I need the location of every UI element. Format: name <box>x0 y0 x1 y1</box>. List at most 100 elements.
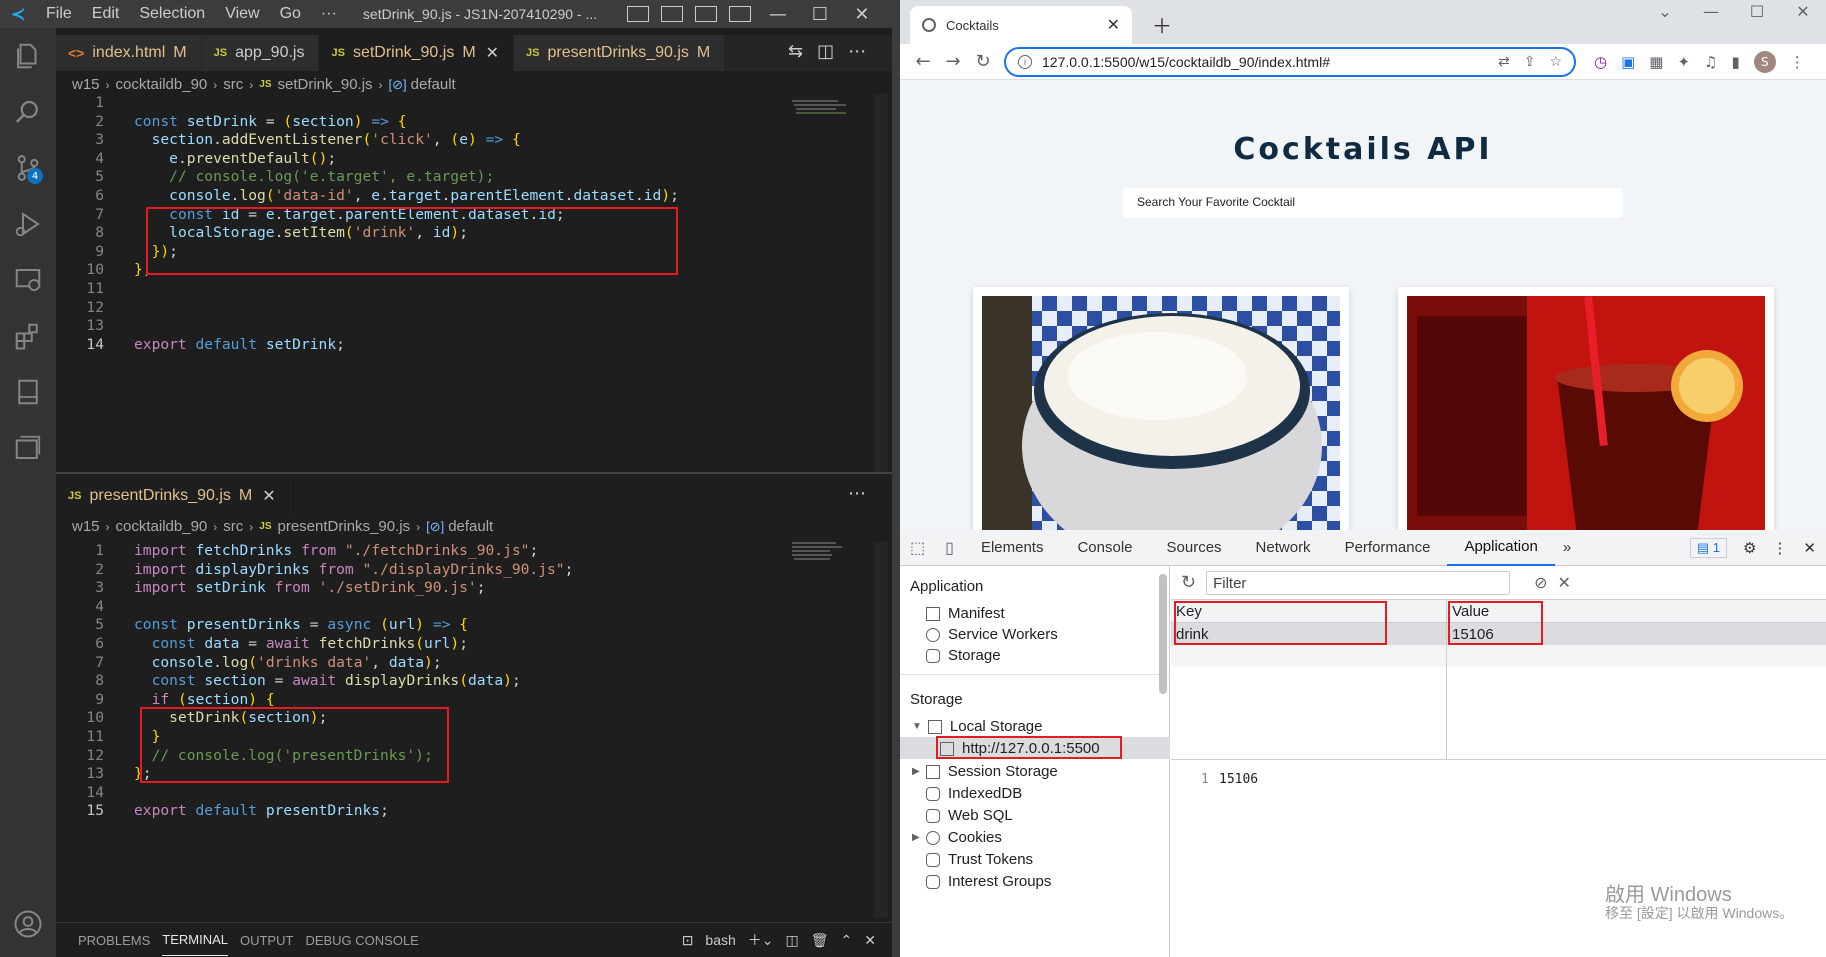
tab-presentdrinks-js-bottom[interactable]: JS presentDrinks_90.js M ✕ <box>56 478 291 514</box>
toggle-sidebar-icon[interactable] <box>626 6 649 22</box>
tree-item-manifest[interactable]: Manifest <box>926 605 1005 622</box>
toggle-panel-icon[interactable] <box>660 6 683 22</box>
customize-layout-icon[interactable] <box>728 6 751 22</box>
tab-output[interactable]: OUTPUT <box>240 925 293 956</box>
clear-all-icon[interactable]: ⊘ <box>1534 573 1547 593</box>
code-line[interactable]: const presentDrinks = async (url) => { <box>134 616 468 633</box>
breadcrumb-item[interactable]: presentDrinks_90.js <box>278 518 411 535</box>
breadcrumb-item[interactable]: w15 <box>72 76 100 93</box>
code-line[interactable]: import fetchDrinks from "./fetchDrinks_9… <box>134 542 538 559</box>
tabs-icon[interactable] <box>0 420 56 476</box>
more-actions-icon[interactable]: ⋯ <box>848 41 866 62</box>
code-line[interactable]: const section = await displayDrinks(data… <box>134 672 521 689</box>
editor-split-divider[interactable] <box>56 472 892 474</box>
minimap-bottom[interactable] <box>790 542 850 572</box>
menu-go[interactable]: Go <box>270 5 311 23</box>
browser-tab[interactable]: Cocktails ✕ <box>910 6 1132 44</box>
breadcrumb-item[interactable]: setDrink_90.js <box>278 76 373 93</box>
expand-triangle-icon[interactable]: ▼ <box>912 721 922 732</box>
breadcrumb-item[interactable]: cocktaildb_90 <box>116 76 208 93</box>
code-line[interactable]: export default presentDrinks; <box>134 802 389 819</box>
scrollbar-top[interactable] <box>874 94 888 472</box>
tab-performance[interactable]: Performance <box>1328 530 1448 566</box>
menu-selection[interactable]: Selection <box>129 5 215 23</box>
tab-elements[interactable]: Elements <box>964 530 1061 566</box>
tab-setdrink-js[interactable]: JS setDrink_90.js M ✕ <box>319 35 515 71</box>
run-debug-icon[interactable] <box>0 196 56 252</box>
back-icon[interactable]: ← <box>908 51 938 72</box>
cocktail-card[interactable] <box>973 287 1349 530</box>
filter-input[interactable]: Filter <box>1206 570 1511 595</box>
close-tab-icon[interactable]: ✕ <box>486 43 499 63</box>
tree-item-local-storage[interactable]: ▼ Local Storage <box>912 718 1042 735</box>
maximize-icon[interactable]: ☐ <box>799 4 841 25</box>
tree-item-web-sql[interactable]: Web SQL <box>926 807 1013 824</box>
breadcrumb-item[interactable]: w15 <box>72 518 100 535</box>
close-panel-icon[interactable]: ✕ <box>864 932 876 949</box>
code-line[interactable]: const setDrink = (section) => { <box>134 113 407 130</box>
tab-application[interactable]: Application <box>1447 530 1555 566</box>
device-toolbar-icon[interactable]: ▯ <box>935 538 964 558</box>
tab-debug-console[interactable]: DEBUG CONSOLE <box>305 925 418 956</box>
tab-presentdrinks-js[interactable]: JS presentDrinks_90.js M <box>514 35 726 71</box>
trash-icon[interactable]: 🗑 <box>811 932 829 949</box>
code-line[interactable]: import setDrink from './setDrink_90.js'; <box>134 579 486 596</box>
minimap[interactable] <box>790 100 850 130</box>
remote-explorer-icon[interactable] <box>0 252 56 308</box>
chrome-menu-icon[interactable]: ⋮ <box>1790 53 1805 71</box>
tree-item-storage[interactable]: Storage <box>926 647 1001 664</box>
devtools-menu-icon[interactable]: ⋮ <box>1772 539 1787 557</box>
search-input[interactable]: Search Your Favorite Cocktail <box>1123 188 1623 218</box>
side-panel-icon[interactable]: ▮ <box>1732 53 1740 71</box>
tree-item-trust-tokens[interactable]: Trust Tokens <box>926 851 1033 868</box>
account-icon[interactable] <box>0 896 56 952</box>
delete-selected-icon[interactable]: ✕ <box>1558 573 1571 593</box>
inspect-element-icon[interactable]: ⬚ <box>900 538 935 558</box>
extension-grid-icon[interactable]: ▦ <box>1649 53 1663 71</box>
maximize-panel-icon[interactable]: ⌃ <box>841 932 853 949</box>
extension-clock-icon[interactable]: ◷ <box>1594 53 1607 71</box>
more-actions-icon[interactable]: ⋯ <box>848 483 866 504</box>
address-bar[interactable]: i 127.0.0.1:5500/w15/cocktaildb_90/index… <box>1004 46 1576 77</box>
new-tab-icon[interactable]: ＋ <box>1152 10 1172 39</box>
compare-icon[interactable]: ⇆ <box>788 41 803 62</box>
sidebar-scrollbar[interactable] <box>1159 574 1167 694</box>
close-window-icon[interactable]: ✕ <box>1780 2 1826 21</box>
menu-more[interactable]: ··· <box>311 5 347 23</box>
extension-translate-icon[interactable]: ▣ <box>1621 53 1635 71</box>
tab-app-js[interactable]: JS app_90.js <box>201 35 320 71</box>
close-devtools-icon[interactable]: ✕ <box>1803 539 1816 557</box>
issues-button[interactable]: ▤ 1 <box>1689 537 1727 558</box>
code-line[interactable]: e.preventDefault(); <box>134 150 336 167</box>
split-terminal-icon[interactable]: ◫ <box>786 932 799 949</box>
notebook-icon[interactable] <box>0 364 56 420</box>
tab-search-icon[interactable]: ⌄ <box>1642 2 1688 21</box>
extensions-puzzle-icon[interactable]: ✦ <box>1677 53 1690 71</box>
tab-index-html[interactable]: <> index.html M <box>56 35 202 71</box>
tab-network[interactable]: Network <box>1239 530 1328 566</box>
minimize-icon[interactable]: — <box>757 4 799 25</box>
search-icon[interactable] <box>0 84 56 140</box>
breadcrumb-item[interactable]: default <box>411 76 456 93</box>
code-line[interactable]: export default setDrink; <box>134 336 345 353</box>
tree-item-service-workers[interactable]: Service Workers <box>926 626 1058 643</box>
tab-sources[interactable]: Sources <box>1150 530 1239 566</box>
close-tab-icon[interactable]: ✕ <box>262 486 275 506</box>
scrollbar-bottom[interactable] <box>874 542 888 918</box>
translate-icon[interactable]: ⇄ <box>1498 53 1510 70</box>
minimize-icon[interactable]: — <box>1688 2 1734 21</box>
bookmark-star-icon[interactable]: ☆ <box>1549 53 1562 70</box>
extensions-icon[interactable] <box>0 308 56 364</box>
tree-item-indexeddb[interactable]: IndexedDB <box>926 785 1022 802</box>
expand-triangle-icon[interactable]: ▶ <box>912 766 920 777</box>
expand-triangle-icon[interactable]: ▶ <box>912 832 920 843</box>
terminal-shell[interactable]: bash <box>705 932 735 948</box>
code-line[interactable]: const data = await fetchDrinks(url); <box>134 635 468 652</box>
settings-gear-icon[interactable]: ⚙ <box>1743 539 1756 557</box>
toggle-secondary-sidebar-icon[interactable] <box>694 6 717 22</box>
code-line[interactable]: section.addEventListener('click', (e) =>… <box>134 131 521 148</box>
more-tabs-icon[interactable]: » <box>1555 539 1579 556</box>
explorer-icon[interactable] <box>0 28 56 84</box>
breadcrumb-item[interactable]: src <box>223 76 243 93</box>
source-control-icon[interactable]: 4 <box>0 140 56 196</box>
